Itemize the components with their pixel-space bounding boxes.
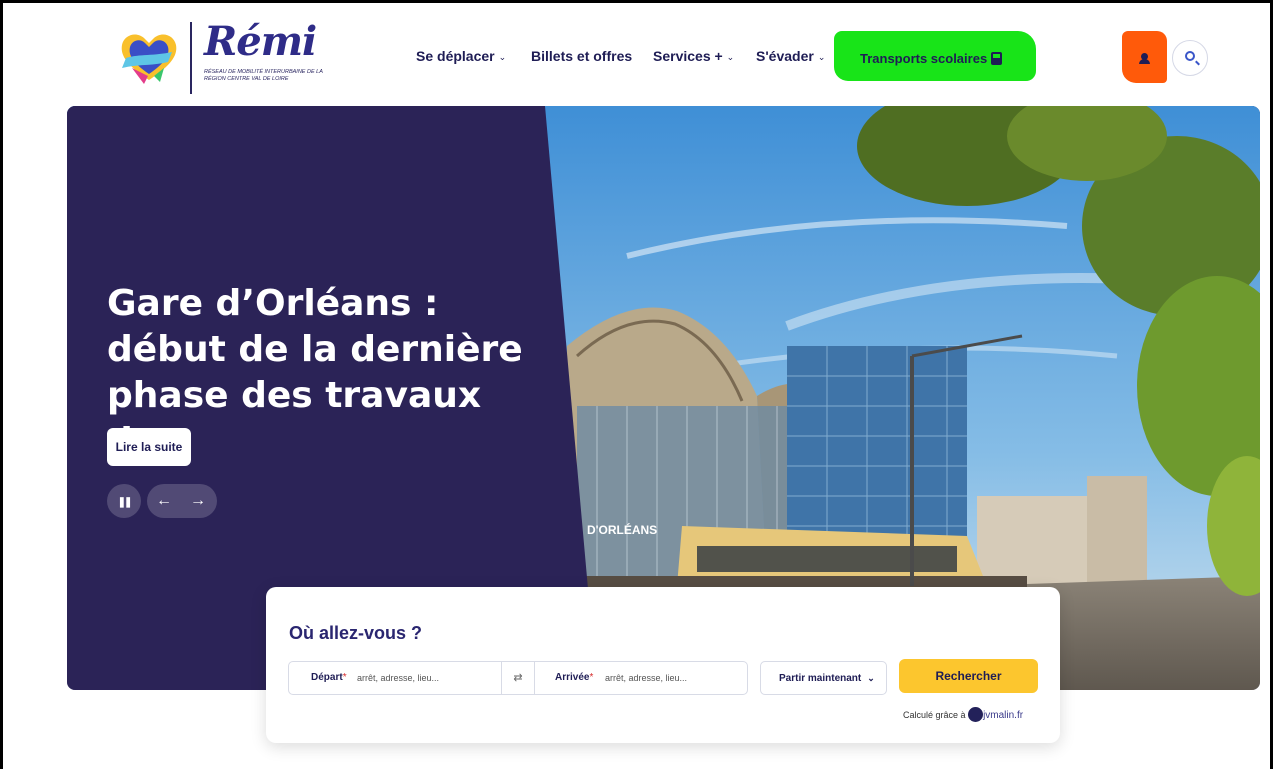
arrival-label: Arrivée* [555,672,593,683]
search-button[interactable] [1172,40,1208,76]
credit-text: Calculé grâce à [903,709,966,720]
bus-icon [991,52,1003,65]
nav-item-transports-scolaires[interactable]: Transports scolaires [860,50,1003,66]
departure-time-select[interactable]: Partir maintenant ⌄ [760,661,887,695]
departure-field: Départ* [289,662,501,694]
required-mark: * [342,672,347,683]
nav-item-s-evader[interactable]: S'évader ⌄ [756,48,825,64]
next-slide-button[interactable]: → [181,484,215,518]
nav-item-label: Se déplacer [416,48,495,64]
swap-icon: ⇄ [513,672,523,684]
pause-button[interactable]: ❚❚ [107,484,141,518]
swap-button[interactable]: ⇄ [501,662,535,694]
arrival-field: Arrivée* [535,662,747,694]
departure-time-value: Partir maintenant [779,673,862,684]
chevron-down-icon: ⌄ [498,52,507,62]
nav-item-label: S'évader [756,48,814,64]
read-more-button[interactable]: Lire la suite [107,428,191,466]
required-mark: * [589,672,594,683]
departure-input[interactable] [357,669,497,687]
arrival-label-text: Arrivée [555,672,590,683]
previous-slide-button[interactable]: ← [147,484,181,518]
search-submit-button[interactable]: Rechercher [899,659,1038,693]
search-icon [1185,51,1195,61]
chevron-down-icon: ⌄ [817,52,826,62]
arrow-right-icon: → [190,492,206,509]
chevron-down-icon: ⌄ [726,52,735,62]
route-credit: Calculé grâce à jvmalin.fr [903,707,1023,723]
logo-divider [190,22,192,94]
nav-item-se-deplacer[interactable]: Se déplacer ⌄ [416,48,506,64]
pause-icon: ❚❚ [117,497,133,508]
brand-wordmark: Rémi [204,18,317,65]
nav-item-services[interactable]: Services + ⌄ [653,48,734,64]
chevron-down-icon: ⌄ [867,673,875,683]
remi-logo[interactable]: Rémi Réseau de mobilité interurbaine de … [118,18,328,96]
nav-item-label: Services + [653,48,723,64]
user-icon [1139,53,1150,64]
arrow-left-icon: ← [156,492,172,509]
departure-label: Départ* [311,672,347,683]
journey-search-card: Où allez-vous ? Départ* ⇄ Arrivée* Parti… [266,587,1060,743]
credit-brand[interactable]: jvmalin.fr [983,710,1023,721]
nav-item-label: Billets et offres [531,48,633,64]
heart-logo-icon [121,34,177,84]
jvmalin-logo-icon [968,707,984,722]
arrival-input[interactable] [605,669,743,687]
nav-item-label: Transports scolaires [860,51,988,66]
nav-item-billets-et-offres[interactable]: Billets et offres [531,48,632,64]
from-to-fields: Départ* ⇄ Arrivée* [288,661,748,695]
carousel-arrow-group: ← → [147,484,217,518]
brand-tagline: Réseau de mobilité interurbaine de la ré… [204,69,323,82]
search-title: Où allez-vous ? [289,623,423,643]
account-button[interactable] [1122,31,1167,83]
departure-label-text: Départ [311,672,343,683]
